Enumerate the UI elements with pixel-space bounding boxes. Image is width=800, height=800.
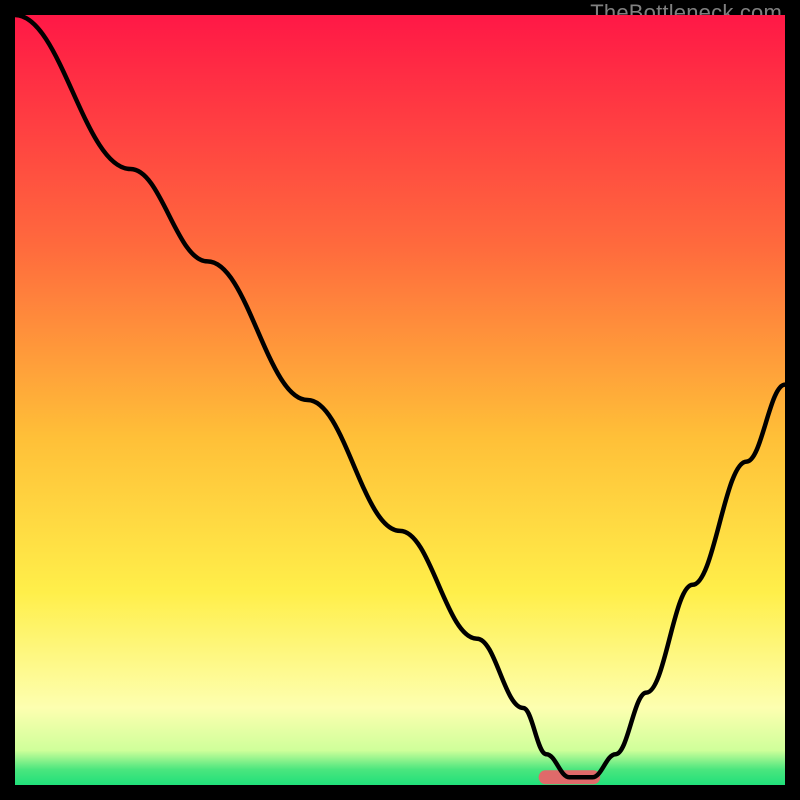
chart-stage: TheBottleneck.com — [0, 0, 800, 800]
bottleneck-chart — [15, 15, 785, 785]
chart-background — [15, 15, 785, 785]
